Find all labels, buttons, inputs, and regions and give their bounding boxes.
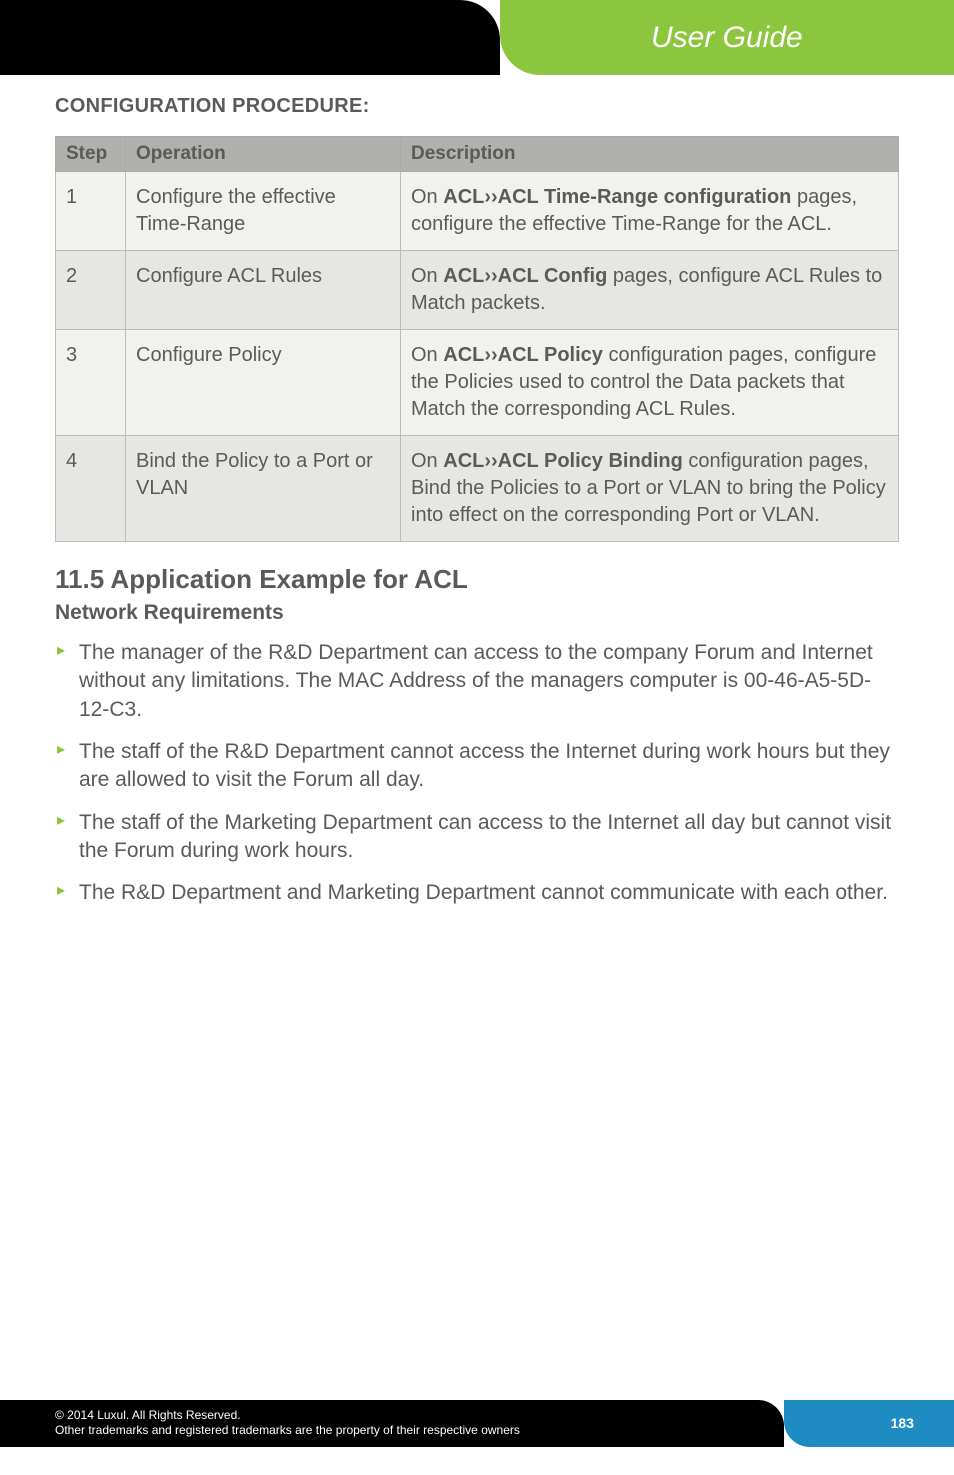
desc-bold: ACL››ACL Time-Range configuration [443,186,791,208]
cell-desc: On ACL››ACL Policy configuration pages, … [401,330,899,436]
desc-bold: ACL››ACL Policy [443,344,603,366]
cell-desc: On ACL››ACL Policy Binding configuration… [401,436,899,542]
page-number: 183 [891,1415,914,1431]
section-title: 11.5 Application Example for ACL [55,564,899,595]
footer-page-tab: 183 [784,1400,954,1447]
cell-step: 4 [56,436,126,542]
header-black-tab [0,0,500,75]
desc-pre: On [411,450,443,472]
table-row: 2 Configure ACL Rules On ACL››ACL Config… [56,251,899,330]
footer-line1: © 2014 Luxul. All Rights Reserved. [55,1408,729,1424]
desc-bold: ACL››ACL Policy Binding [443,450,683,472]
footer-line2: Other trademarks and registered trademar… [55,1423,729,1439]
network-requirements-subtitle: Network Requirements [55,601,899,625]
cell-op: Configure Policy [126,330,401,436]
footer-copyright: © 2014 Luxul. All Rights Reserved. Other… [0,1400,784,1447]
desc-bold: ACL››ACL Config [443,265,607,287]
list-item: The staff of the Marketing Department ca… [55,809,899,866]
footer: © 2014 Luxul. All Rights Reserved. Other… [0,1400,954,1447]
cell-desc: On ACL››ACL Time-Range configuration pag… [401,172,899,251]
config-procedure-heading: CONFIGURATION PROCEDURE: [55,95,899,118]
table-row: 4 Bind the Policy to a Port or VLAN On A… [56,436,899,542]
bullet-list: The manager of the R&D Department can ac… [55,639,899,908]
cell-step: 3 [56,330,126,436]
th-step: Step [56,137,126,172]
desc-pre: On [411,186,443,208]
cell-desc: On ACL››ACL Config pages, configure ACL … [401,251,899,330]
desc-pre: On [411,265,443,287]
header-tabs: User Guide [0,0,954,75]
list-item: The manager of the R&D Department can ac… [55,639,899,724]
cell-step: 1 [56,172,126,251]
table-row: 1 Configure the effective Time-Range On … [56,172,899,251]
cell-op: Configure the effective Time-Range [126,172,401,251]
cell-op: Bind the Policy to a Port or VLAN [126,436,401,542]
list-item: The staff of the R&D Department cannot a… [55,738,899,795]
th-operation: Operation [126,137,401,172]
list-item: The R&D Department and Marketing Departm… [55,879,899,907]
desc-pre: On [411,344,443,366]
header-guide-tab: User Guide [500,0,954,75]
procedure-table: Step Operation Description 1 Configure t… [55,136,899,542]
th-description: Description [401,137,899,172]
table-row: 3 Configure Policy On ACL››ACL Policy co… [56,330,899,436]
cell-op: Configure ACL Rules [126,251,401,330]
cell-step: 2 [56,251,126,330]
page-content: CONFIGURATION PROCEDURE: Step Operation … [0,75,954,908]
